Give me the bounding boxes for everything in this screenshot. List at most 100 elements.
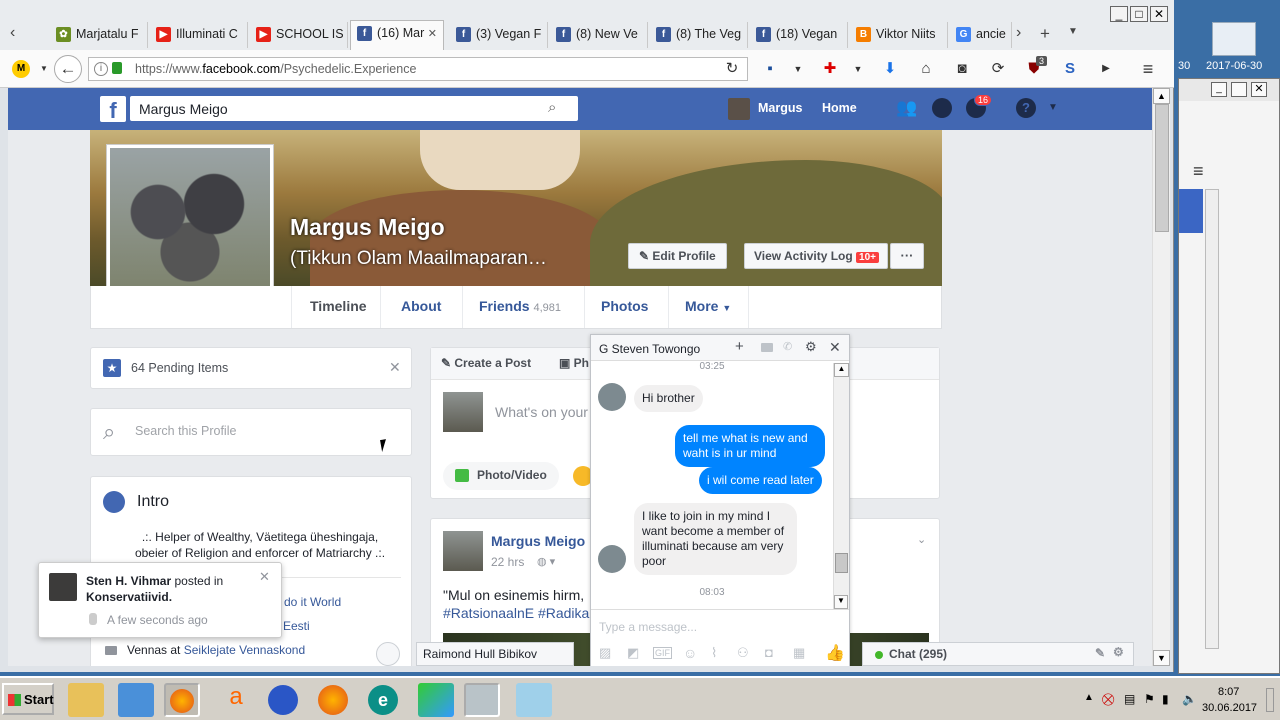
tab-4[interactable]: f (16) Mar ✕ bbox=[350, 20, 444, 50]
clock-time[interactable]: 8:07 bbox=[1218, 686, 1239, 698]
tray-flag-icon[interactable]: ⚑ bbox=[1144, 692, 1155, 706]
profile-name[interactable]: Margus Meigo bbox=[290, 214, 445, 241]
header-user-name[interactable]: Margus bbox=[758, 101, 802, 115]
menu-m-icon[interactable]: M bbox=[12, 60, 30, 78]
camera-icon[interactable]: ◘ bbox=[765, 645, 773, 660]
info-icon[interactable]: i bbox=[94, 62, 108, 76]
game-icon[interactable]: ⚇ bbox=[737, 645, 749, 661]
photo-album-tab[interactable]: ▣ Ph bbox=[559, 356, 589, 370]
save-chevron-down-icon[interactable]: ▼ bbox=[788, 59, 808, 79]
side-close-button[interactable]: ✕ bbox=[1251, 82, 1267, 97]
facebook-logo-icon[interactable]: f bbox=[100, 96, 126, 123]
add-people-icon[interactable]: + bbox=[735, 338, 744, 355]
tab-2[interactable]: ▶ Illuminati C bbox=[150, 22, 248, 48]
tab-list-chevron-down-icon[interactable]: ▼ bbox=[1068, 26, 1078, 37]
youtube-extension-icon[interactable]: ▶ bbox=[1096, 59, 1116, 79]
tray-signal-icon[interactable]: ▮ bbox=[1162, 692, 1169, 706]
browser-globe-icon[interactable] bbox=[268, 685, 298, 715]
tray-security-icon[interactable]: ⛒ bbox=[1102, 692, 1114, 707]
post-menu-chevron-down-icon[interactable]: ⌄ bbox=[917, 533, 926, 546]
privacy-globe-icon[interactable]: ◍ ▾ bbox=[537, 555, 555, 568]
tabs-scroll-left-icon[interactable]: ‹ bbox=[10, 24, 15, 42]
post-author[interactable]: Margus Meigo bbox=[491, 533, 585, 549]
close-tab-icon[interactable]: ✕ bbox=[428, 27, 437, 40]
search-icon[interactable]: ⌕ bbox=[548, 99, 556, 116]
pending-items-label[interactable]: 64 Pending Items bbox=[131, 361, 228, 375]
scroll-thumb[interactable] bbox=[835, 553, 848, 573]
avatar[interactable] bbox=[443, 531, 483, 571]
account-menu-chevron-down-icon[interactable]: ▼ bbox=[1048, 102, 1058, 113]
page-scrollbar[interactable]: ▲ ▼ bbox=[1152, 88, 1170, 666]
network-icon[interactable] bbox=[464, 683, 500, 717]
show-desktop-button[interactable] bbox=[1266, 688, 1274, 712]
tab-about[interactable]: About bbox=[381, 286, 463, 328]
tray-device-icon[interactable]: ▤ bbox=[1124, 692, 1135, 706]
new-tab-icon[interactable]: + bbox=[1040, 24, 1050, 44]
photo-video-button[interactable]: Photo/Video bbox=[443, 462, 559, 490]
chat-tab-bar[interactable]: Raimond Hull Bibikov bbox=[416, 642, 574, 666]
tab-10[interactable]: Gancie bbox=[950, 22, 1012, 48]
chat-header[interactable]: G Steven Towongo + ✆ ⚙ ✕ bbox=[591, 335, 849, 361]
close-window-button[interactable]: ✕ bbox=[1150, 6, 1168, 22]
avatar[interactable] bbox=[728, 98, 750, 120]
intro-item3-link[interactable]: Seiklejate Vennaskond bbox=[184, 643, 305, 657]
tab-5[interactable]: f (3) Vegan F bbox=[450, 22, 548, 48]
edit-profile-button[interactable]: ✎ Edit Profile bbox=[628, 243, 727, 269]
facebook-search-input[interactable]: Margus Meigo ⌕ bbox=[130, 96, 578, 121]
phone-icon[interactable]: ✆ bbox=[783, 340, 792, 353]
pending-items-card[interactable]: ★ 64 Pending Items ✕ bbox=[90, 347, 412, 389]
tabs-scroll-right-icon[interactable]: › bbox=[1016, 24, 1021, 42]
tab-more[interactable]: More ▼ bbox=[669, 286, 749, 328]
friend-requests-icon[interactable]: 👥 bbox=[896, 98, 917, 118]
gear-icon[interactable]: ⚙ bbox=[805, 339, 817, 355]
minimize-button[interactable]: _ bbox=[1110, 6, 1128, 22]
chat-sidebar-bar[interactable]: Chat (295) ✎ ⚙ bbox=[862, 642, 1134, 666]
new-message-icon[interactable]: ✎ bbox=[1095, 646, 1105, 660]
url-field[interactable]: https://www.facebook.com/Psychedelic.Exp… bbox=[88, 57, 748, 81]
create-post-tab[interactable]: ✎ Create a Post bbox=[441, 356, 531, 370]
message-input[interactable]: Type a message... bbox=[591, 609, 849, 641]
scroll-down-icon[interactable]: ▼ bbox=[1153, 650, 1170, 666]
tab-3[interactable]: ▶ SCHOOL IS bbox=[250, 22, 348, 48]
messenger-icon[interactable] bbox=[932, 98, 952, 118]
more-options-button[interactable]: ··· bbox=[890, 243, 924, 269]
help-icon[interactable]: ? bbox=[1016, 98, 1036, 118]
media-player-icon[interactable] bbox=[118, 683, 154, 717]
tab-6[interactable]: f (8) New Ve bbox=[550, 22, 648, 48]
firefox-icon[interactable] bbox=[164, 683, 200, 717]
start-button[interactable]: Start bbox=[2, 683, 54, 715]
side-max-button[interactable] bbox=[1231, 82, 1247, 97]
tray-volume-icon[interactable]: 🔈 bbox=[1182, 692, 1197, 706]
composer-placeholder[interactable]: What's on your bbox=[495, 404, 588, 420]
side-min-button[interactable]: _ bbox=[1211, 82, 1227, 97]
scroll-thumb[interactable] bbox=[1155, 104, 1169, 232]
avast-icon[interactable]: a bbox=[218, 683, 254, 717]
back-arrow-icon[interactable]: ← bbox=[54, 55, 82, 83]
first-aid-icon[interactable]: ✚ bbox=[820, 59, 840, 79]
download-icon[interactable]: ⬇ bbox=[880, 59, 900, 79]
home-icon[interactable]: ⌂ bbox=[916, 59, 936, 79]
tab-timeline[interactable]: Timeline bbox=[291, 286, 381, 328]
photo-icon[interactable]: ▨ bbox=[599, 645, 611, 661]
control-panel-icon[interactable] bbox=[418, 683, 454, 717]
tab-9[interactable]: B Viktor Niits bbox=[850, 22, 948, 48]
scroll-up-icon[interactable]: ▲ bbox=[834, 363, 849, 377]
s-extension-icon[interactable]: S bbox=[1060, 59, 1080, 79]
tab-photos[interactable]: Photos bbox=[585, 286, 669, 328]
chat-scrollbar[interactable]: ▲ ▼ bbox=[833, 363, 849, 609]
thumbs-up-icon[interactable]: 👍 bbox=[825, 643, 845, 663]
notification-close-icon[interactable]: ✕ bbox=[259, 569, 270, 585]
firefox-icon[interactable] bbox=[318, 685, 348, 715]
clock-date[interactable]: 30.06.2017 bbox=[1202, 702, 1257, 714]
tab-friends[interactable]: Friends 4,981 bbox=[463, 286, 585, 328]
desktop-icon[interactable] bbox=[1212, 22, 1256, 56]
globe-icon[interactable] bbox=[376, 642, 400, 666]
save-icon[interactable]: ▪ bbox=[760, 59, 780, 79]
close-icon[interactable]: ✕ bbox=[389, 359, 401, 376]
post-time[interactable]: 22 hrs bbox=[491, 555, 524, 569]
pocket-icon[interactable]: ◙ bbox=[952, 59, 972, 79]
view-activity-log-button[interactable]: View Activity Log 10+ bbox=[744, 243, 889, 269]
attachment-icon[interactable]: ⌇ bbox=[711, 645, 717, 661]
side-menu-icon[interactable]: ≡ bbox=[1193, 161, 1204, 182]
file-manager-icon[interactable] bbox=[68, 683, 104, 717]
